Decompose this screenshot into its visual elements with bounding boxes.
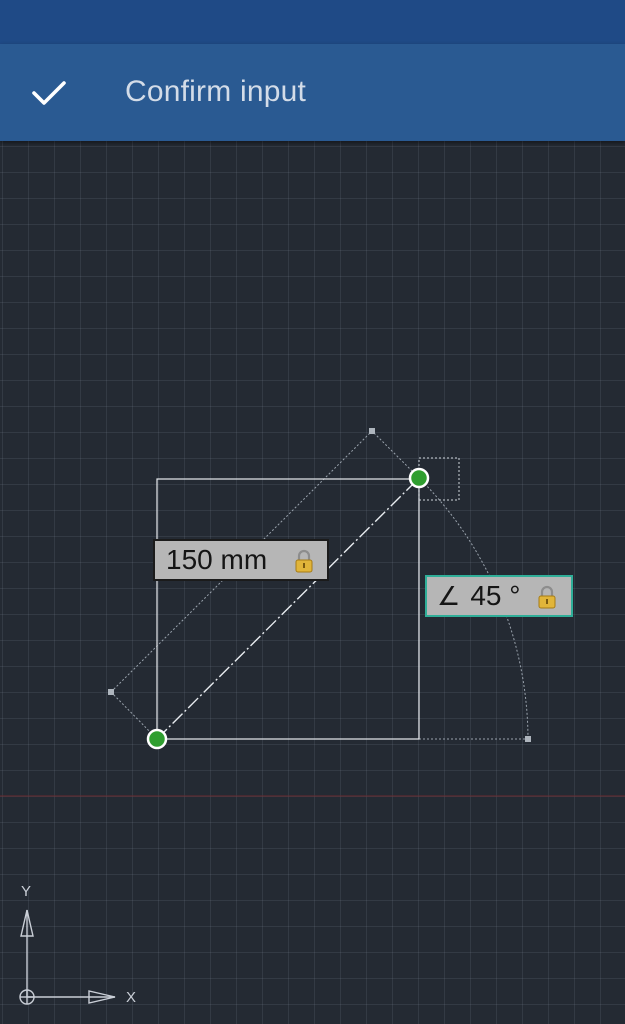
length-input[interactable]: 150 mm (153, 539, 329, 581)
drawing-overlay (0, 428, 625, 1005)
angle-value: 45 ° (470, 580, 521, 611)
checkmark-icon (32, 81, 66, 105)
grip-point[interactable] (525, 736, 531, 742)
grip-point[interactable] (369, 428, 375, 434)
action-bar: Confirm input (0, 44, 625, 141)
line-preview (156, 477, 420, 740)
action-title: Confirm input (125, 75, 307, 108)
angle-input[interactable]: ∠ 45 ° (425, 575, 573, 617)
angle-icon: ∠ (437, 580, 461, 611)
x-axis-label: X (126, 989, 137, 1006)
lock-icon[interactable] (294, 549, 314, 573)
grip-point[interactable] (108, 689, 114, 695)
ucs-icon (19, 909, 116, 1005)
end-point[interactable] (408, 467, 430, 489)
length-value: 150 mm (166, 544, 268, 575)
start-point[interactable] (146, 728, 168, 750)
y-axis-label: Y (21, 883, 32, 900)
confirm-button[interactable] (16, 60, 82, 126)
lock-icon[interactable] (537, 585, 557, 609)
